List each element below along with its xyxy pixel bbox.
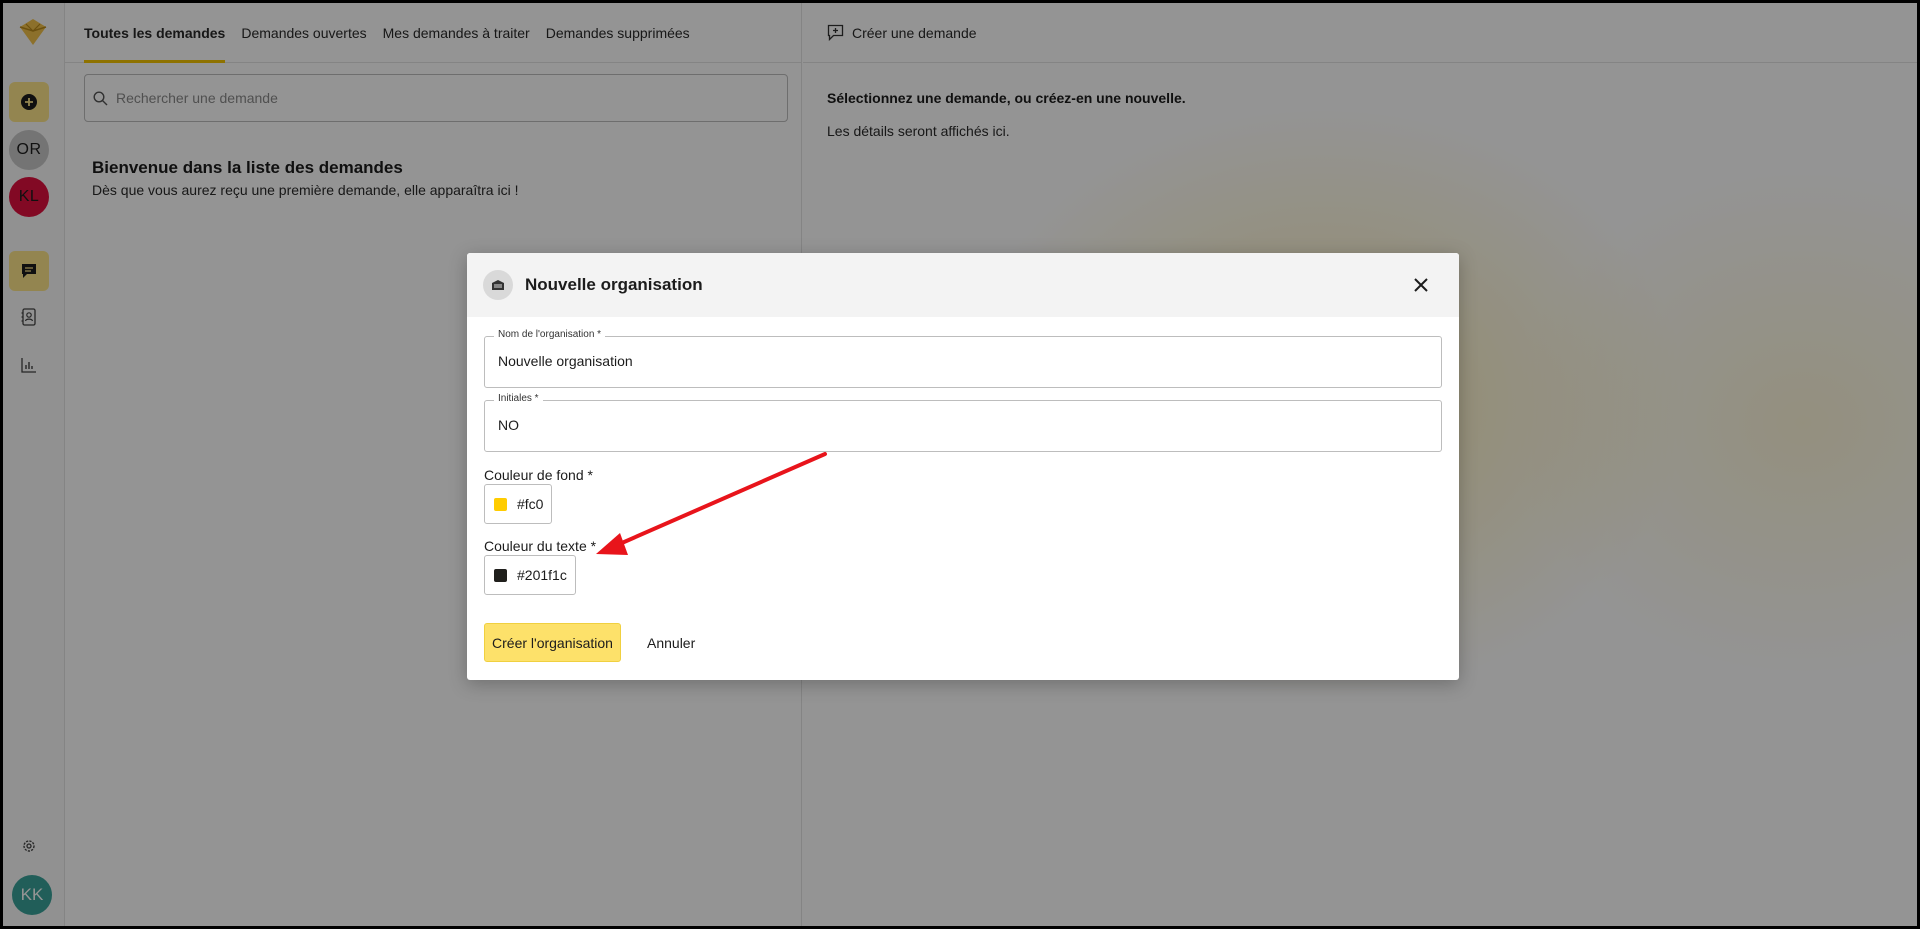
text-color-swatch <box>494 568 507 582</box>
organisation-name-input[interactable] <box>498 353 1398 369</box>
initials-label: Initiales * <box>494 393 543 404</box>
background-color-value: #fc0 <box>517 496 544 512</box>
background-color-swatch <box>494 497 507 511</box>
text-color-picker[interactable]: #201f1c <box>484 555 576 595</box>
initials-field: Initiales * <box>484 393 1442 452</box>
organisation-name-label: Nom de l'organisation * <box>494 329 606 340</box>
close-button[interactable] <box>1409 273 1433 297</box>
text-color-value: #201f1c <box>517 567 567 583</box>
cancel-button[interactable]: Annuler <box>639 623 703 662</box>
initials-input[interactable] <box>498 417 1398 433</box>
new-organisation-dialog: Nouvelle organisation Nom de l'organisat… <box>467 253 1459 680</box>
background-color-label: Couleur de fond * <box>484 467 593 483</box>
dialog-title: Nouvelle organisation <box>525 275 703 294</box>
dialog-header: Nouvelle organisation <box>467 253 1459 317</box>
organisation-icon <box>483 270 513 300</box>
background-color-picker[interactable]: #fc0 <box>484 484 553 524</box>
close-icon <box>1414 278 1428 292</box>
text-color-label: Couleur du texte * <box>484 538 597 554</box>
organisation-name-field: Nom de l'organisation * <box>484 329 1442 388</box>
create-organisation-button[interactable]: Créer l'organisation <box>484 623 621 662</box>
app-window: OR KL KK Toutes les demandes Demandes ou… <box>3 3 1917 926</box>
